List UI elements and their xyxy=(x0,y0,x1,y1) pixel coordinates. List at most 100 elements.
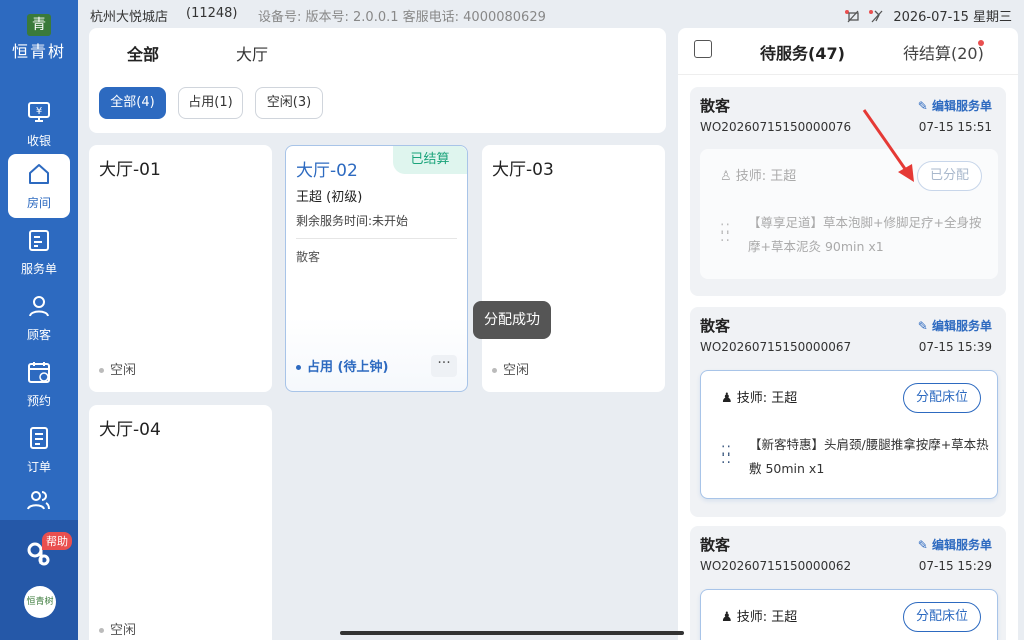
home-indicator xyxy=(340,631,684,635)
order-customer: 散客 xyxy=(700,536,731,554)
order-time: 07-15 15:51 xyxy=(918,120,992,134)
sidebar-item-appointments[interactable]: 预约 xyxy=(8,352,70,416)
room-status: 空闲 xyxy=(492,359,529,378)
room-status: 占用 (待上钟) xyxy=(296,356,388,375)
room-filter-panel: 全部 大厅 全部(4) 占用(1) 空闲(3) xyxy=(89,28,666,133)
service-item: ♟ 技师: 王超 分配床位 xyxy=(700,589,998,640)
order-technician: ♟ 技师: 王超 xyxy=(721,606,797,625)
sidebar-item-cashier[interactable]: ¥ 收银 xyxy=(8,92,70,156)
service-description: 【新客特惠】头肩颈/腰腿推拿按摩+草本热敷 50min x1 xyxy=(749,437,989,476)
tab-waiting-settlement[interactable]: 待结算(20) xyxy=(903,40,984,64)
store-name: 杭州大悦城店 xyxy=(90,10,169,25)
technician-icon: ♙ xyxy=(720,169,732,184)
sidebar-item-staff[interactable] xyxy=(8,480,70,520)
sidebar-label: 服务单 xyxy=(20,262,57,276)
order-technician: ♙ 技师: 王超 xyxy=(720,165,796,184)
home-icon xyxy=(29,164,49,184)
room-card[interactable]: 大厅-04 空闲 xyxy=(89,405,272,640)
order-number: WO20260715150000062 xyxy=(700,559,852,573)
users-icon xyxy=(27,491,50,510)
status-right: 2026-07-15 星期三 xyxy=(845,6,1012,25)
room-card-occupied[interactable]: 大厅-02 已结算 王超 (初级) 剩余服务时间:未开始 散客 占用 (待上钟)… xyxy=(285,145,468,392)
technician-label: 技师: 王超 xyxy=(735,169,797,184)
chip-all[interactable]: 全部(4) xyxy=(99,87,166,119)
service-order-card[interactable]: 散客 ✎ 编辑服务单 WO20260715150000076 07-15 15:… xyxy=(690,87,1006,296)
technician-icon: ♟ xyxy=(721,610,733,625)
service-order-card[interactable]: 散客 ✎ 编辑服务单 WO20260715150000062 07-15 15:… xyxy=(690,526,1006,640)
collapse-panel-button[interactable] xyxy=(694,40,712,58)
sidebar-item-customers[interactable]: 顾客 xyxy=(8,286,70,350)
sidebar-label: 房间 xyxy=(26,196,51,210)
brand-logo: 青 恒青树 xyxy=(0,14,78,62)
service-item: ♙ 技师: 王超 已分配 ⁚⁚ ⁚⁚ 【尊享足道】草本泡脚+修脚足疗+全身按摩+草… xyxy=(700,149,998,279)
calendar-icon xyxy=(28,362,50,383)
room-card[interactable]: 大厅-01 空闲 xyxy=(89,145,272,392)
room-card[interactable]: 大厅-03 空闲 xyxy=(482,145,665,392)
sidebar-item-orders[interactable]: 订单 xyxy=(8,418,70,482)
room-name: 大厅-04 xyxy=(99,420,161,440)
order-technician: ♟ 技师: 王超 xyxy=(721,387,797,406)
cashier-icon: ¥ xyxy=(28,102,50,122)
tab-all[interactable]: 全部 xyxy=(127,41,159,65)
edit-order-button[interactable]: ✎ 编辑服务单 xyxy=(918,317,992,334)
notification-dot xyxy=(978,40,984,46)
room-name: 大厅-01 xyxy=(99,160,161,180)
assigned-button[interactable]: 已分配 xyxy=(916,161,982,191)
room-name: 大厅-02 xyxy=(296,161,358,181)
success-toast: 分配成功 xyxy=(473,301,551,339)
remaining-time: 剩余服务时间:未开始 xyxy=(296,214,409,228)
edit-order-button[interactable]: ✎ 编辑服务单 xyxy=(918,97,992,114)
service-order-card[interactable]: 散客 ✎ 编辑服务单 WO20260715150000067 07-15 15:… xyxy=(690,307,1006,517)
tab-waiting-service[interactable]: 待服务(47) xyxy=(760,40,845,64)
sidebar-label: 收银 xyxy=(26,134,51,148)
room-technician: 王超 (初级) xyxy=(296,190,363,205)
order-customer: 散客 xyxy=(700,97,731,115)
divider xyxy=(296,238,457,239)
drag-handle-icon[interactable]: ⁚⁚ ⁚⁚ xyxy=(721,445,733,466)
chip-occupied[interactable]: 占用(1) xyxy=(178,87,243,119)
status-bar: 杭州大悦城店 (11248) 设备号: 版本号: 2.0.0.1 客服电话: 4… xyxy=(78,0,1024,28)
room-name: 大厅-03 xyxy=(492,160,554,180)
drag-handle-icon[interactable]: ⁚⁚ ⁚⁚ xyxy=(720,223,732,244)
divider xyxy=(678,74,1018,75)
service-order-icon xyxy=(29,230,49,251)
service-description: 【尊享足道】草本泡脚+修脚足疗+全身按摩+草本泥灸 90min x1 xyxy=(748,215,982,254)
more-button[interactable]: ··· xyxy=(431,355,457,377)
device-info: 设备号: 版本号: 2.0.0.1 客服电话: 4000080629 xyxy=(258,10,546,25)
room-guest: 散客 xyxy=(296,250,321,264)
technician-label: 技师: 王超 xyxy=(736,610,798,625)
chip-free[interactable]: 空闲(3) xyxy=(255,87,323,119)
order-number: WO20260715150000076 xyxy=(700,120,852,134)
sidebar-item-rooms[interactable]: 房间 xyxy=(8,154,70,218)
printer-off-icon xyxy=(845,9,859,22)
help-area[interactable]: 帮助 恒青树 xyxy=(0,520,78,640)
tab-hall[interactable]: 大厅 xyxy=(236,41,268,65)
order-icon xyxy=(30,427,48,449)
svg-text:¥: ¥ xyxy=(36,106,42,117)
order-time: 07-15 15:29 xyxy=(918,559,992,573)
brand-mark: 青 xyxy=(27,14,51,36)
technician-label: 技师: 王超 xyxy=(736,391,798,406)
edit-order-label: 编辑服务单 xyxy=(931,319,992,333)
sidebar-item-service-orders[interactable]: 服务单 xyxy=(8,220,70,284)
edit-order-label: 编辑服务单 xyxy=(931,538,992,552)
sidebar: 青 恒青树 ¥ 收银 房间 服务单 顾客 预约 订单 帮助 恒青树 xyxy=(0,0,78,640)
user-icon xyxy=(29,296,49,317)
room-status: 空闲 xyxy=(99,359,136,378)
store-avatar: 恒青树 xyxy=(24,586,56,618)
datetime: 2026-07-15 星期三 xyxy=(893,10,1012,25)
service-item: ♟ 技师: 王超 分配床位 ⁚⁚ ⁚⁚ 【新客特惠】头肩颈/腰腿推拿按摩+草本热敷… xyxy=(700,370,998,499)
service-queue-panel: 待服务(47) 待结算(20) 散客 ✎ 编辑服务单 WO20260715150… xyxy=(678,28,1018,640)
edit-order-button[interactable]: ✎ 编辑服务单 xyxy=(918,536,992,553)
room-status: 空闲 xyxy=(99,619,136,638)
order-number: WO20260715150000067 xyxy=(700,340,852,354)
assign-bed-button[interactable]: 分配床位 xyxy=(902,383,981,413)
assign-bed-button[interactable]: 分配床位 xyxy=(902,602,981,632)
order-customer: 散客 xyxy=(700,317,731,335)
technician-icon: ♟ xyxy=(721,391,733,406)
help-badge: 帮助 xyxy=(42,532,72,550)
annotation-arrow-icon xyxy=(862,109,914,182)
store-code: (11248) xyxy=(186,6,238,21)
settled-badge: 已结算 xyxy=(393,146,467,174)
sidebar-label: 订单 xyxy=(26,460,51,474)
